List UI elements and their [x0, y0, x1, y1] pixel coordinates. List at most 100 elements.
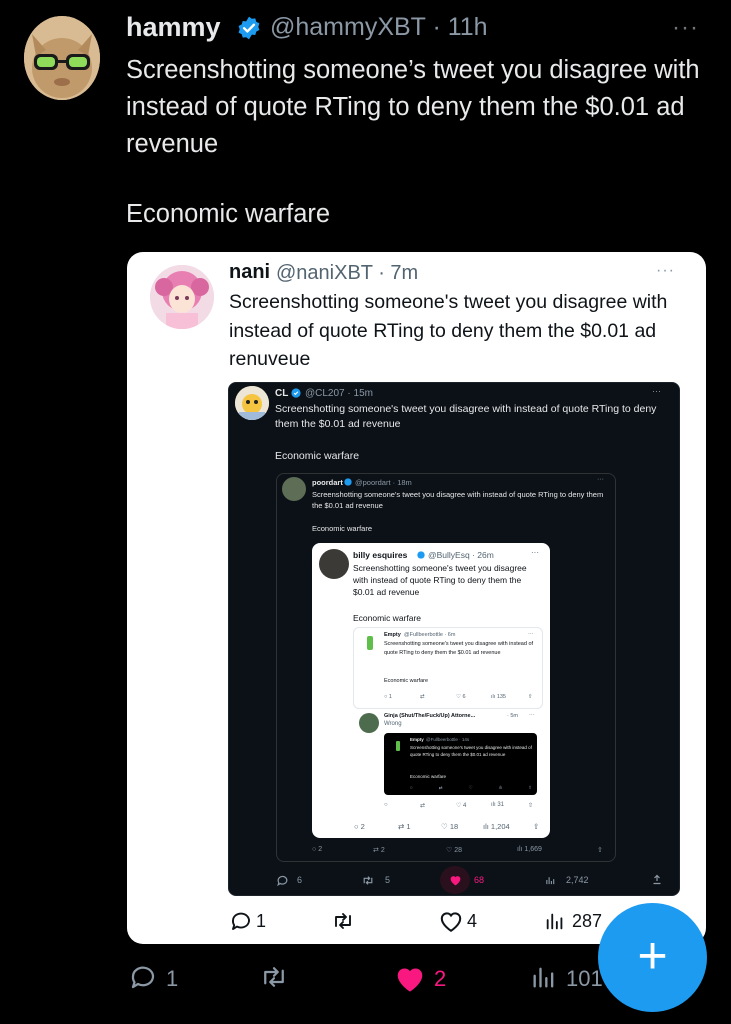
ginja-text: Wrong [384, 721, 402, 727]
reply-count: 1 [166, 966, 179, 991]
cl-like-icon [449, 874, 462, 886]
display-name[interactable]: hammy [126, 12, 221, 43]
cl-reply-count: 6 [297, 875, 303, 885]
empty-name: Empty [384, 632, 401, 638]
quoted-display-name[interactable]: nani [229, 261, 270, 284]
retweet-icon[interactable] [258, 962, 290, 992]
quoted-reply-icon[interactable] [229, 909, 253, 933]
quoted-handle-time[interactable]: @naniXBT · 7m [276, 262, 418, 285]
quoted-retweet-icon[interactable] [330, 909, 356, 933]
ginja-time: · 5m [507, 713, 518, 719]
empty2-handle-time: @Fullbeerbottle · 14s [426, 737, 470, 742]
cl-avatar [235, 386, 269, 420]
tweet-text: Screenshotting someone’s tweet you disag… [126, 56, 707, 158]
billy-verified-icon [417, 551, 425, 559]
ginja-avatar [359, 713, 379, 733]
billy-share-icon: ⇧ [533, 822, 540, 831]
avatar[interactable] [24, 16, 100, 100]
cl-share-icon [651, 873, 663, 886]
cl-views-count: 2,742 [566, 875, 589, 885]
billy-retweet: ⇄ 1 [398, 822, 411, 831]
cl-retweet-count: 5 [385, 875, 391, 885]
poordart-retweet-count: 2 [380, 847, 385, 854]
views-icon[interactable] [530, 962, 558, 992]
billy-like-count: 18 [449, 822, 459, 831]
poordart-views: ılı 1,669 [517, 846, 542, 853]
quoted-reply-count: 1 [256, 911, 267, 931]
empty2-name: Empty [410, 737, 424, 742]
empty2-footer: Economic warfare [410, 774, 447, 779]
poordart-retweet: ⇄ 2 [373, 847, 385, 854]
billy-reply: ○ 2 [354, 822, 365, 831]
plus-icon: + [637, 926, 668, 985]
compose-button[interactable]: + [598, 903, 707, 1012]
cl-like-count: 68 [474, 875, 485, 885]
poordart-text: Screenshotting someone's tweet you disag… [312, 490, 606, 510]
bottle-icon [396, 741, 400, 751]
billy-more-icon: ··· [531, 548, 539, 557]
empty-share-icon: ⇧ [528, 694, 533, 700]
empty2-text: Screenshotting someone's tweet you disag… [410, 745, 532, 757]
empty-retweet-icon: ⇄ [420, 694, 425, 700]
empty-reply: ○ 1 [384, 694, 392, 700]
billy-like: ♡ 18 [441, 822, 459, 831]
ginja-like: ♡ 4 [456, 803, 467, 809]
quoted-views-icon[interactable] [544, 909, 566, 933]
empty-reply-count: 1 [388, 694, 392, 700]
empty-like-count: 6 [462, 694, 466, 700]
empty-like: ♡ 6 [456, 694, 466, 700]
cl-views-icon [545, 874, 556, 887]
ginja-name: Ginja (Shut/The/Fuck/Up) Attorne... [384, 713, 476, 719]
empty-more-icon: ··· [528, 631, 534, 637]
billy-avatar [319, 549, 349, 579]
quoted-like-count: 4 [467, 911, 478, 931]
quoted-like-icon[interactable] [438, 909, 464, 933]
empty-text: Screenshotting someone's tweet you disag… [384, 641, 535, 656]
more-options-icon[interactable]: ··· [672, 14, 699, 42]
cl-more-icon: ··· [652, 386, 661, 396]
ginja-reply-icon: ○ [384, 802, 388, 808]
poordart-verified-icon [344, 478, 352, 486]
ginja-views-count: 31 [497, 802, 505, 808]
poordart-footer: Economic warfare [312, 524, 373, 533]
cl-retweet-icon [361, 874, 375, 887]
quoted-views-count: 287 [572, 911, 603, 931]
billy-name: billy esquires [353, 550, 408, 560]
handle-and-time[interactable]: @hammyXBT · 11h [270, 13, 488, 42]
like-icon[interactable] [393, 963, 427, 993]
cl-verified-icon [291, 388, 301, 398]
cl-handle-time: @CL207 · 15m [305, 388, 373, 399]
cl-reply-icon [276, 874, 289, 887]
poordart-like: ♡ 28 [446, 847, 463, 854]
empty-views-count: 135 [496, 694, 506, 700]
ginja-share-icon: ⇧ [528, 803, 534, 809]
poordart-more-icon: ··· [597, 476, 604, 483]
billy-retweet-count: 1 [406, 822, 411, 831]
bottle-icon [367, 636, 373, 650]
poordart-name: poordart [312, 478, 343, 487]
tweet-text-footer: Economic warfare [126, 200, 331, 228]
cl-text: Screenshotting someone's tweet you disag… [275, 403, 660, 430]
empty-handle-time: @Fullbeerbottle · 6m [404, 632, 456, 638]
billy-views-count: 1,204 [490, 822, 510, 831]
like-count: 2 [434, 966, 447, 991]
poordart-reply-count: 2 [318, 846, 323, 853]
billy-footer: Economic warfare [353, 613, 422, 623]
empty2-actions: ○ ⇄ ♡ ılı ⇧ [410, 785, 532, 790]
billy-reply-count: 2 [360, 822, 365, 831]
poordart-views-count: 1,669 [524, 846, 542, 853]
ginja-like-count: 4 [463, 803, 467, 809]
poordart-like-count: 28 [454, 847, 463, 854]
reply-icon[interactable] [128, 962, 158, 992]
quoted-more-icon[interactable]: ··· [656, 262, 675, 280]
verified-badge-icon [236, 15, 262, 41]
poordart-avatar [282, 477, 306, 501]
quoted-avatar[interactable] [150, 265, 214, 329]
poordart-handle-time: @poordart · 18m [355, 478, 412, 487]
views-count: 101 [566, 966, 603, 991]
billy-handle-time: @BullyEsq · 26m [428, 550, 494, 560]
billy-views: ılı 1,204 [483, 822, 510, 831]
poordart-reply: ○ 2 [312, 846, 323, 853]
empty-views: ılı 135 [491, 694, 506, 700]
ginja-views: ılı 31 [491, 802, 505, 808]
